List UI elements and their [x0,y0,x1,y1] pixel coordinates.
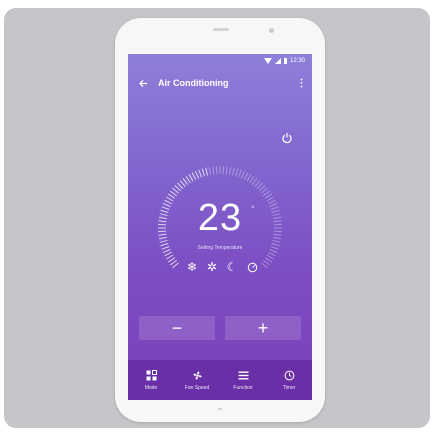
dial-tick [231,167,235,176]
bottom-indicator [218,408,222,410]
dial-tick [225,166,228,175]
dial-tick [235,168,239,177]
dial-tick [167,257,176,263]
temperature-value: 23 [197,197,243,239]
nav-item-timer[interactable]: Timer [266,360,312,400]
fan-speed-icon [191,370,203,382]
dial-tick [179,180,186,187]
nav-label: Mode [144,384,158,391]
snowflake-icon[interactable]: ❄ [185,260,199,274]
dial-tick [228,166,232,175]
timer-icon [283,370,295,382]
dial-tick [272,239,281,243]
dial-tick [249,175,255,184]
dial-tick [188,174,194,182]
nav-item-fan-speed[interactable]: Fan Speed [174,360,220,400]
dial-tick [198,169,202,178]
function-icon [237,370,249,382]
gauge-icon[interactable] [245,260,259,274]
dial-tick [177,182,184,190]
dial-tick [201,168,205,177]
dial-tick [169,259,177,266]
back-arrow-icon[interactable] [128,68,158,98]
more-vert-icon[interactable] [290,68,312,98]
front-camera [269,28,274,33]
dial-tick [185,175,191,184]
nav-item-function[interactable]: Function [220,360,266,400]
status-time: 12:30 [289,58,305,64]
fan-icon[interactable]: ✲ [205,260,219,274]
nav-label: Fan Speed [184,384,210,391]
dial-tick [208,166,212,175]
speaker-grille [213,28,229,31]
temperature-unit: ° [251,204,255,214]
dial-tick [205,167,209,176]
dial-tick [251,177,258,185]
mode-icon [145,370,157,382]
temperature-label: Setting Temperature [197,245,243,251]
dial-tick [238,169,242,178]
app-screen: 12:30 Air Conditioning 23 ° Setting Temp… [128,54,312,400]
dial-tick [246,174,252,182]
dial-tick [256,182,263,190]
phone-device: 12:30 Air Conditioning 23 ° Setting Temp… [115,18,325,422]
dial-tick [254,180,261,187]
power-icon[interactable] [278,129,296,147]
nav-item-mode[interactable]: Mode [128,360,174,400]
dial-tick [240,170,246,179]
dial-tick [263,190,271,197]
dial-tick [166,254,174,260]
dial-tick [172,187,179,194]
app-bar: Air Conditioning [128,68,312,98]
page-title: Air Conditioning [158,78,229,88]
signal-icon [274,58,281,64]
dial-tick [258,185,266,192]
mode-icon-row: ❄ ✲ ☾ [177,260,267,276]
moon-icon[interactable]: ☾ [225,260,239,274]
dial-tick [159,239,168,243]
battery-icon [283,58,287,64]
nav-label: Function [233,384,253,391]
dial-tick [164,251,172,257]
dial-tick [174,185,182,192]
dial-tick [261,187,268,194]
nav-label: Timer [282,384,296,391]
dial-tick [243,172,249,180]
dial-tick [266,254,274,260]
decrease-temp-button[interactable]: − [139,316,215,340]
dial-tick [191,172,197,180]
dial-tick [268,251,276,257]
dial-tick [169,190,177,197]
bottom-nav: Mode Fan Speed Function Timer [128,360,312,400]
dial-tick [212,166,215,175]
dial-tick [194,170,200,179]
increase-temp-button[interactable]: + [225,316,301,340]
wifi-icon [263,58,272,64]
dial-tick [182,177,189,185]
status-bar: 12:30 [128,54,312,68]
